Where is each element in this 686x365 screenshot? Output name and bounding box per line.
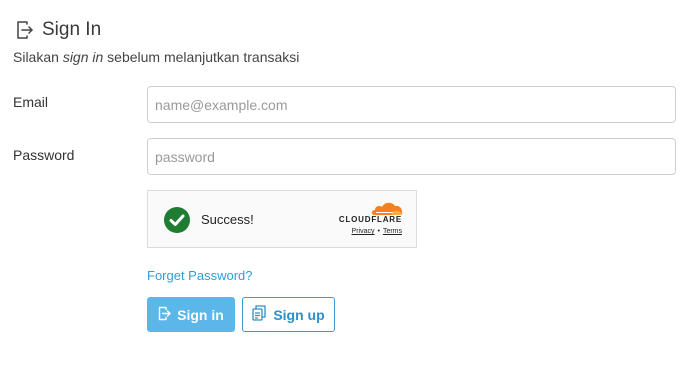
- sign-in-button[interactable]: Sign in: [147, 297, 235, 332]
- sign-up-button-label: Sign up: [273, 306, 325, 323]
- password-field[interactable]: [147, 138, 676, 175]
- sign-in-icon: [16, 20, 33, 40]
- sign-in-icon: [158, 306, 177, 324]
- sign-up-button[interactable]: Sign up: [242, 297, 335, 332]
- turnstile-status: Success!: [201, 212, 254, 227]
- password-label: Password: [13, 147, 75, 163]
- terms-link[interactable]: Terms: [383, 228, 402, 235]
- page-subtitle: Silakan sign in sebelum melanjutkan tran…: [13, 49, 300, 65]
- cloudflare-wordmark: CLOUDFLARE: [338, 215, 402, 224]
- page-title: Sign In: [42, 19, 102, 40]
- success-check-icon: [164, 207, 190, 238]
- sign-in-button-label: Sign in: [177, 306, 224, 323]
- page-header: Sign In: [16, 18, 101, 42]
- email-field[interactable]: [147, 86, 676, 123]
- forget-password-link[interactable]: Forget Password?: [147, 268, 253, 283]
- clipboard-icon: [252, 305, 273, 324]
- privacy-link[interactable]: Privacy: [352, 228, 375, 235]
- email-label: Email: [13, 94, 49, 110]
- cloudflare-turnstile-widget[interactable]: Success! CLOUDFLARE Privacy • Terms: [147, 190, 417, 248]
- turnstile-links: Privacy • Terms: [351, 228, 402, 235]
